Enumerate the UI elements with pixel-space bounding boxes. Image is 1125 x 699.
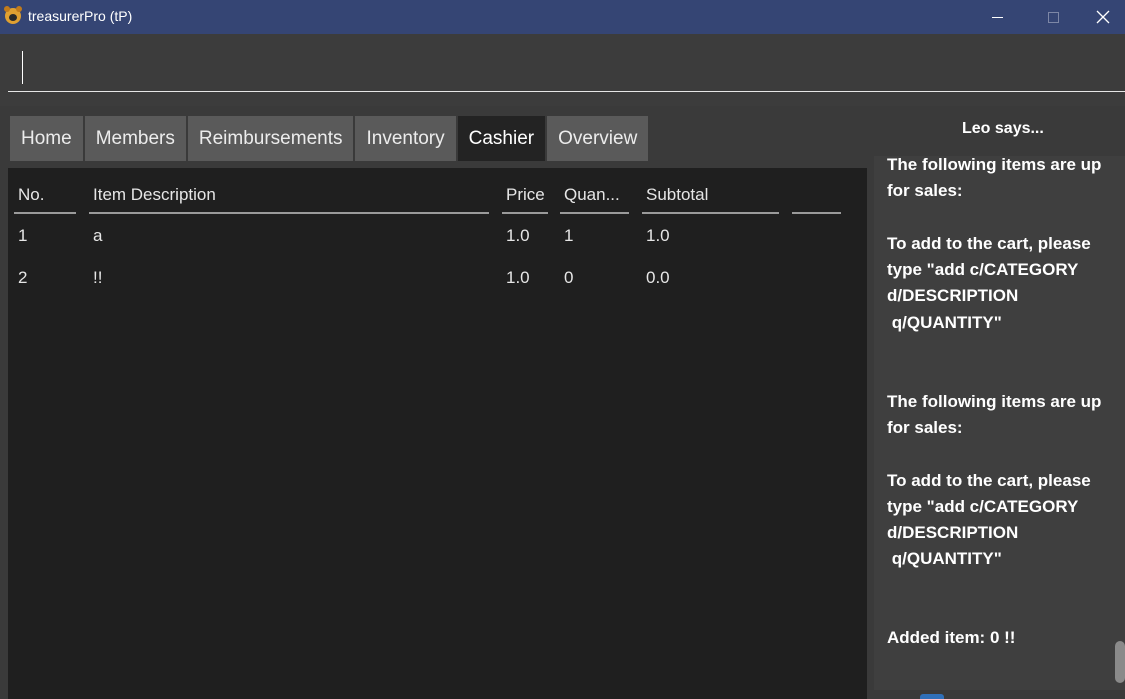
column-header-subtotal[interactable]: Subtotal <box>646 185 708 205</box>
column-divider <box>89 212 489 214</box>
column-header-price[interactable]: Price <box>506 185 545 205</box>
minimize-button[interactable] <box>969 0 1025 34</box>
tab-bar: Home Members Reimbursements Inventory Ca… <box>10 116 650 161</box>
column-divider <box>502 212 548 214</box>
table-cell-no: 1 <box>18 226 28 245</box>
maximize-icon <box>1047 11 1059 23</box>
close-icon <box>1096 10 1110 24</box>
assistant-message-panel[interactable]: The following items are up for sales: To… <box>874 156 1125 690</box>
table-cell-quantity: 1 <box>564 226 574 245</box>
command-bar <box>0 34 1125 106</box>
table-cell-description: !! <box>93 268 103 287</box>
close-button[interactable] <box>1081 0 1125 34</box>
table-cell-price: 1.0 <box>506 268 530 287</box>
column-divider <box>14 212 76 214</box>
table-cell-description: a <box>93 226 103 245</box>
tab-inventory[interactable]: Inventory <box>355 116 456 161</box>
column-header-no[interactable]: No. <box>18 185 44 205</box>
tab-members[interactable]: Members <box>84 116 186 161</box>
column-divider <box>560 212 629 214</box>
cart-table: No. Item Description Price Quan... Subto… <box>8 168 867 699</box>
mascot-icon <box>920 694 944 699</box>
scrollbar-thumb[interactable] <box>1115 641 1125 683</box>
maximize-button[interactable] <box>1025 0 1081 34</box>
window-title: treasurerPro (tP) <box>28 8 133 24</box>
column-divider <box>792 212 841 214</box>
app-logo-icon <box>4 6 22 24</box>
table-cell-subtotal: 0.0 <box>646 268 670 287</box>
text-caret <box>22 51 23 84</box>
column-header-quantity[interactable]: Quan... <box>564 185 620 205</box>
tab-cashier[interactable]: Cashier <box>457 116 546 161</box>
column-header-description[interactable]: Item Description <box>93 185 216 205</box>
table-cell-no: 2 <box>18 268 28 287</box>
title-bar: treasurerPro (tP) <box>0 0 1125 34</box>
tab-reimbursements[interactable]: Reimbursements <box>187 116 354 161</box>
table-cell-price: 1.0 <box>506 226 530 245</box>
tab-overview[interactable]: Overview <box>547 116 649 161</box>
minimize-icon <box>991 16 1003 18</box>
command-input[interactable] <box>8 46 1125 92</box>
tab-home[interactable]: Home <box>10 116 83 161</box>
table-cell-quantity: 0 <box>564 268 574 287</box>
table-cell-subtotal: 1.0 <box>646 226 670 245</box>
assistant-title: Leo says... <box>962 120 1044 137</box>
assistant-message: The following items are up for sales: To… <box>887 156 1102 648</box>
column-divider <box>642 212 779 214</box>
